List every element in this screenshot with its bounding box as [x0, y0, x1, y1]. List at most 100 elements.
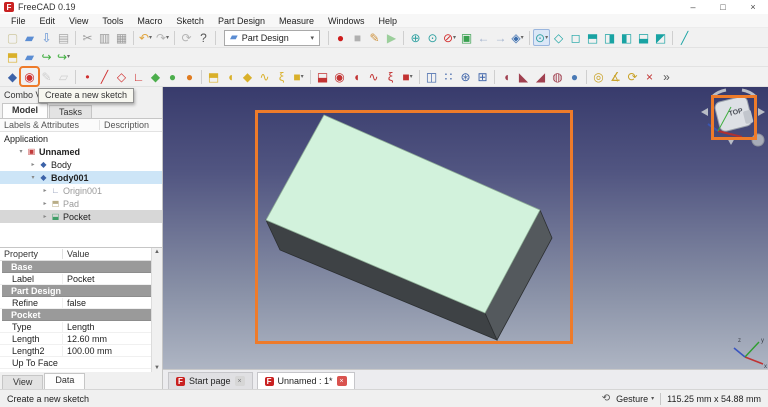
create-body-button[interactable]: ◆: [4, 68, 21, 85]
menu-measure[interactable]: Measure: [272, 16, 321, 26]
nav-forward-button[interactable]: →: [492, 29, 509, 46]
workbench-selector[interactable]: ▰ Part Design ▾: [224, 30, 320, 46]
tab-data[interactable]: Data: [44, 373, 85, 389]
dropdown-arrow-icon[interactable]: ▾: [67, 54, 70, 60]
menu-view[interactable]: View: [62, 16, 95, 26]
measure-distance-button[interactable]: ╱: [676, 29, 693, 46]
property-scrollbar[interactable]: ▲ ▼: [151, 248, 162, 372]
additive-primitive-button[interactable]: ■▾: [290, 68, 307, 85]
minimize-button[interactable]: –: [678, 0, 708, 14]
polar-pattern-button[interactable]: ⊛: [457, 68, 474, 85]
make-sub-link-button[interactable]: ↪▾: [55, 49, 72, 66]
datum-plane-button[interactable]: ◇: [113, 68, 130, 85]
redo-button[interactable]: ↷▾: [154, 29, 171, 46]
datum-point-button[interactable]: •: [79, 68, 96, 85]
additive-helix-button[interactable]: ξ: [273, 68, 290, 85]
tree-item-origin001[interactable]: ▸∟Origin001: [0, 184, 162, 197]
tree-expander-icon[interactable]: ▸: [40, 200, 50, 207]
close-tab-icon[interactable]: ×: [235, 376, 245, 386]
tab-tasks[interactable]: Tasks: [49, 105, 92, 118]
close-button[interactable]: ×: [738, 0, 768, 14]
undo-button[interactable]: ↶▾: [137, 29, 154, 46]
maximize-button[interactable]: □: [708, 0, 738, 14]
close-tab-icon[interactable]: ×: [337, 376, 347, 386]
property-group-part-design[interactable]: Part Design: [2, 285, 162, 297]
make-link-button[interactable]: ↪: [38, 49, 55, 66]
zoom-button[interactable]: ⊙▾: [533, 29, 550, 46]
datum-line-button[interactable]: ╱: [96, 68, 113, 85]
document-tab-unnamed-1[interactable]: FUnnamed : 1*×: [257, 372, 355, 389]
scroll-up-icon[interactable]: ▲: [154, 249, 160, 255]
scroll-down-icon[interactable]: ▼: [154, 365, 160, 371]
property-row-refine[interactable]: Refinefalse: [0, 297, 162, 309]
dropdown-arrow-icon[interactable]: ▾: [545, 35, 548, 41]
fit-all-button[interactable]: ⊕: [407, 29, 424, 46]
view-left-button[interactable]: ◩: [652, 29, 669, 46]
open-file-button[interactable]: ▰: [21, 29, 38, 46]
property-value[interactable]: 12.60 mm: [62, 334, 162, 344]
macro-stop-button[interactable]: ■: [349, 29, 366, 46]
create-part-button[interactable]: ⬒: [4, 49, 21, 66]
draw-style-button[interactable]: ▣: [458, 29, 475, 46]
thickness-button[interactable]: ◍: [549, 68, 566, 85]
tree-item-unnamed[interactable]: ▾▣Unnamed: [0, 145, 162, 158]
view-bottom-button[interactable]: ⬓: [635, 29, 652, 46]
save-button[interactable]: ⇩: [38, 29, 55, 46]
shape-binder-button[interactable]: ◆: [147, 68, 164, 85]
menu-file[interactable]: File: [4, 16, 33, 26]
document-tab-start-page[interactable]: FStart page×: [168, 372, 253, 389]
dropdown-arrow-icon[interactable]: ▾: [149, 35, 152, 41]
tree-expander-icon[interactable]: ▸: [40, 187, 50, 194]
property-row-length2[interactable]: Length2100.00 mm: [0, 345, 162, 357]
revolution-button[interactable]: ◖: [222, 68, 239, 85]
property-value[interactable]: Length: [62, 322, 162, 332]
chamfer-button[interactable]: ◣: [515, 68, 532, 85]
tree-expander-icon[interactable]: ▾: [16, 148, 26, 155]
measure-clear-button[interactable]: ×: [641, 68, 658, 85]
fillet-button[interactable]: ◖: [498, 68, 515, 85]
pad-button[interactable]: ⬒: [205, 68, 222, 85]
whats-this-button[interactable]: ?: [195, 29, 212, 46]
property-row-length[interactable]: Length12.60 mm: [0, 333, 162, 345]
menu-part-design[interactable]: Part Design: [211, 16, 272, 26]
3d-viewport[interactable]: TOP x y z: [163, 87, 768, 369]
property-value[interactable]: Pocket: [62, 274, 162, 284]
property-group-pocket[interactable]: Pocket: [2, 309, 162, 321]
paste-button[interactable]: ▦: [113, 29, 130, 46]
cut-button[interactable]: ✂: [79, 29, 96, 46]
macro-record-button[interactable]: ●: [332, 29, 349, 46]
clipping-plane-button[interactable]: ⊘▾: [441, 29, 458, 46]
view-right-button[interactable]: ◨: [601, 29, 618, 46]
boolean-operation-button[interactable]: ●: [566, 68, 583, 85]
sub-shape-binder-button[interactable]: ●: [181, 68, 198, 85]
create-group-button[interactable]: ▰: [21, 49, 38, 66]
additive-loft-button[interactable]: ◆: [239, 68, 256, 85]
tree-item-pocket[interactable]: ▸⬓Pocket: [0, 210, 162, 223]
menu-sketch[interactable]: Sketch: [169, 16, 211, 26]
view-rear-button[interactable]: ◧: [618, 29, 635, 46]
fit-selection-button[interactable]: ⊙: [424, 29, 441, 46]
menu-windows[interactable]: Windows: [321, 16, 372, 26]
tree-expander-icon[interactable]: ▾: [28, 174, 38, 181]
local-coordinate-system-button[interactable]: ∟: [130, 68, 147, 85]
dropdown-arrow-icon[interactable]: ▾: [521, 35, 524, 41]
column-labels-attributes[interactable]: Labels & Attributes: [0, 120, 100, 130]
print-button[interactable]: ▤: [55, 29, 72, 46]
mirrored-button[interactable]: ◫: [423, 68, 440, 85]
hole-button[interactable]: ◉: [331, 68, 348, 85]
property-value[interactable]: 100.00 mm: [62, 346, 162, 356]
navigation-style-selector[interactable]: Gesture ▾: [616, 394, 654, 404]
tree-item-body[interactable]: ▸◆Body: [0, 158, 162, 171]
tree-expander-icon[interactable]: ▸: [40, 213, 50, 220]
new-file-button[interactable]: ▢: [4, 29, 21, 46]
property-group-base[interactable]: Base: [2, 261, 162, 273]
create-sketch-button[interactable]: ◉: [21, 68, 38, 85]
measure-linear-button[interactable]: ◎: [590, 68, 607, 85]
property-value[interactable]: false: [62, 298, 162, 308]
subtractive-primitive-button[interactable]: ■▾: [399, 68, 416, 85]
pocket-button[interactable]: ⬓: [314, 68, 331, 85]
copy-button[interactable]: ▥: [96, 29, 113, 46]
dropdown-arrow-icon[interactable]: ▾: [166, 35, 169, 41]
dropdown-arrow-icon[interactable]: ▾: [453, 35, 456, 41]
column-description[interactable]: Description: [100, 120, 149, 130]
